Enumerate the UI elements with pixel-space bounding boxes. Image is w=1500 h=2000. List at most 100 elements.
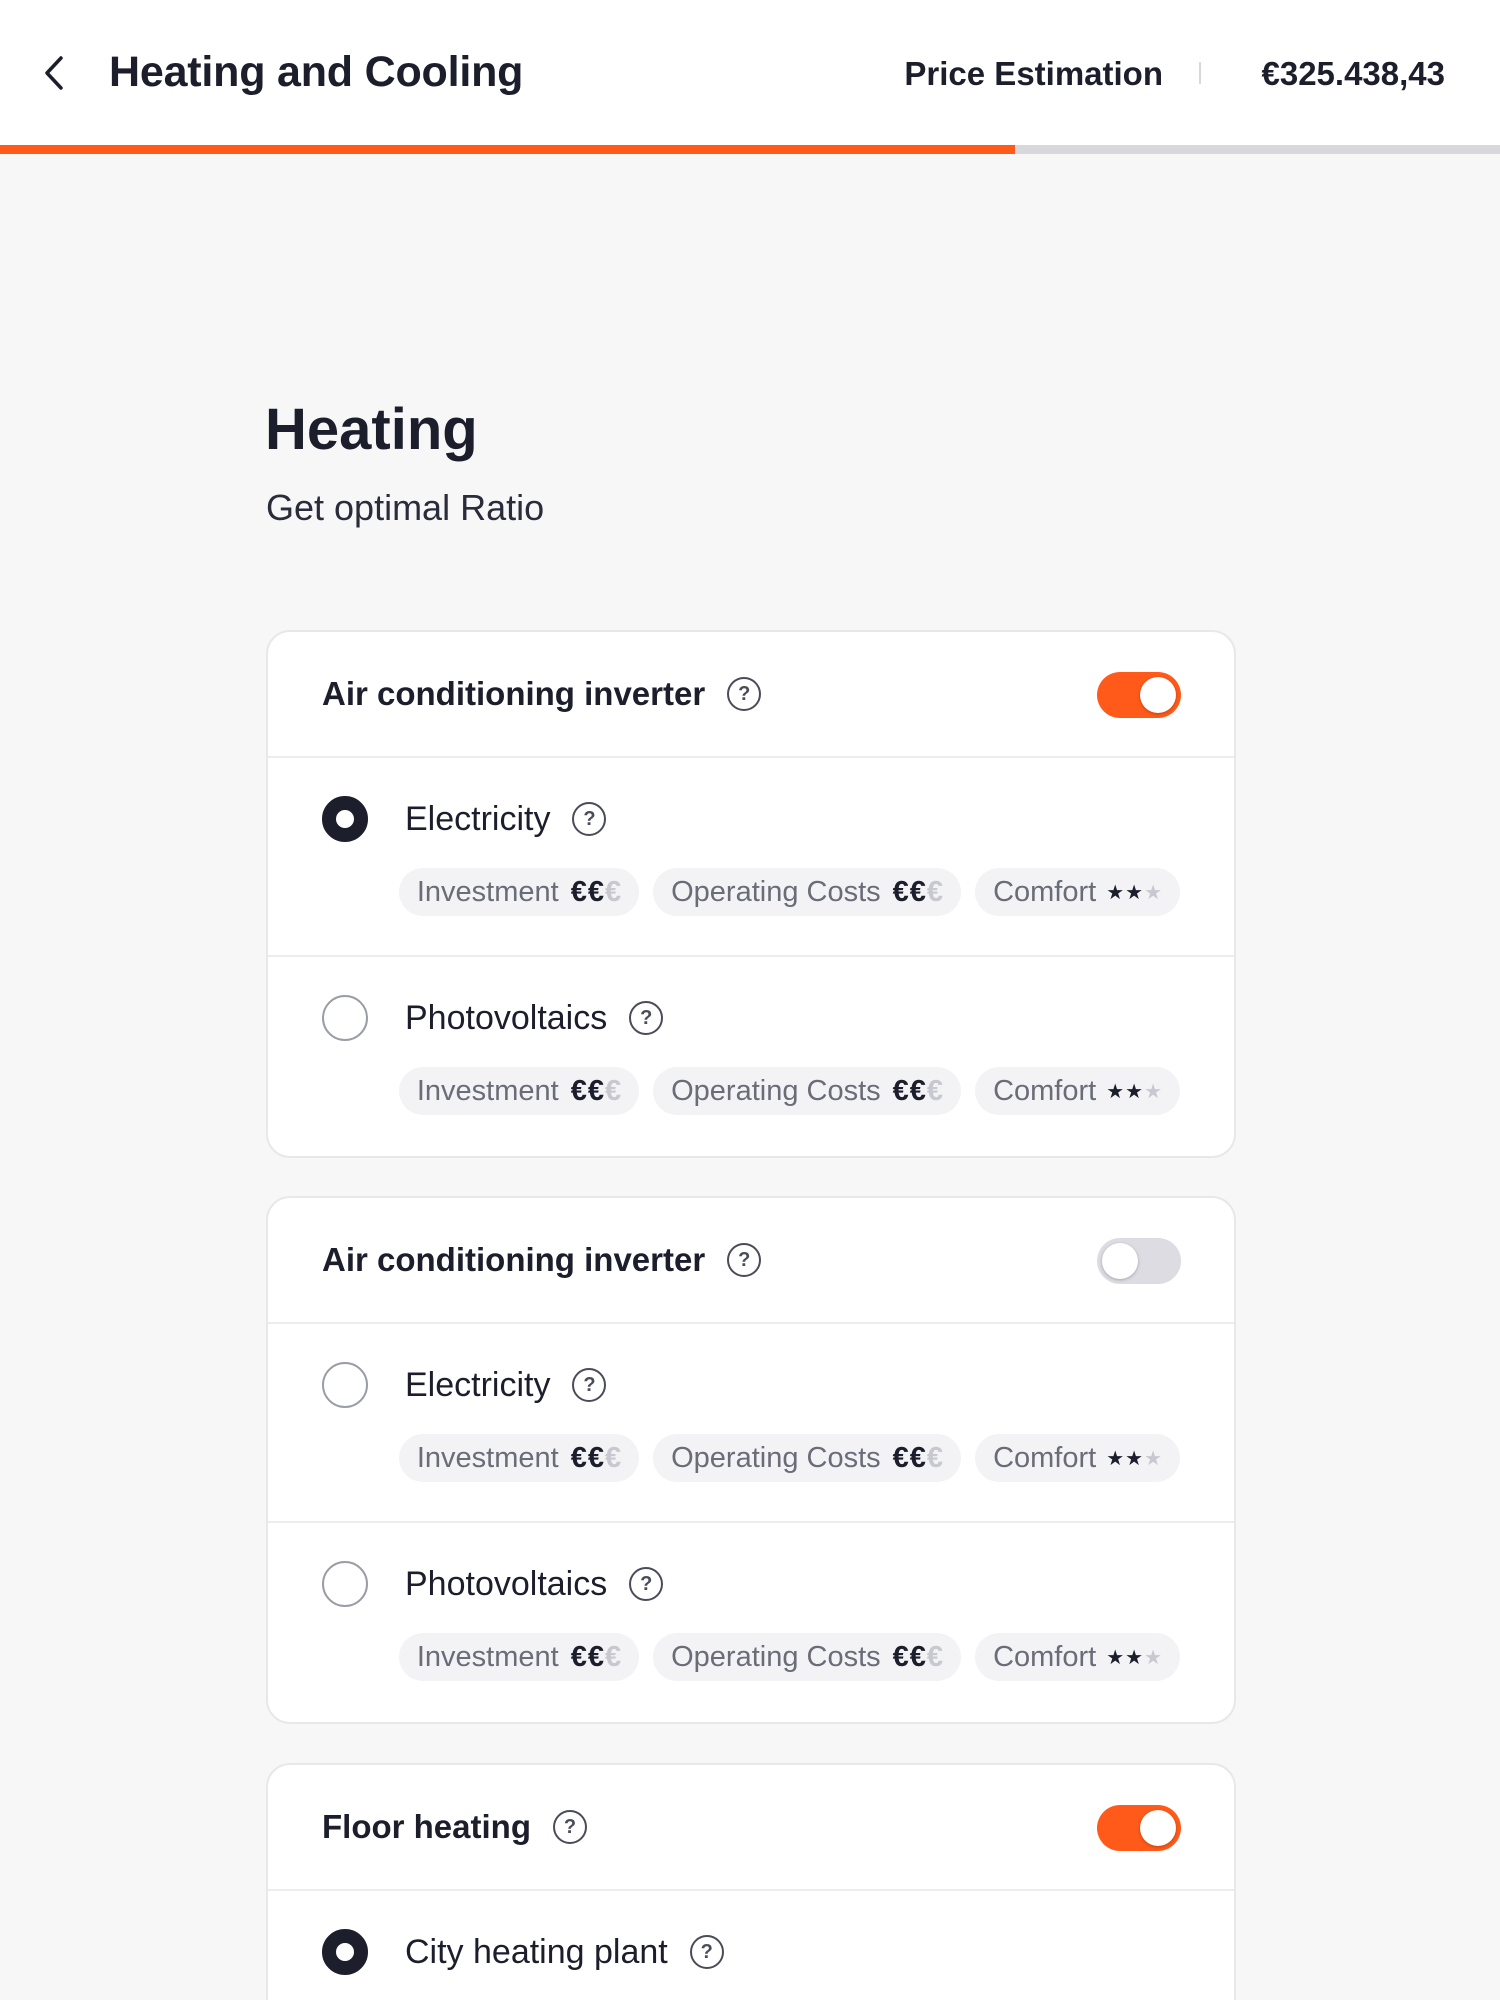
help-icon[interactable]: ? — [553, 1810, 587, 1844]
heating-option-card: Air conditioning inverter ? Electricity … — [266, 630, 1236, 1158]
radio-button[interactable] — [322, 1362, 368, 1408]
page-title: Heating and Cooling — [109, 48, 524, 96]
toggle-knob — [1140, 1810, 1176, 1846]
option-select[interactable]: Electricity ? — [322, 1362, 607, 1408]
option-row: Electricity ? Investment €€ € Operating Co… — [268, 758, 1234, 957]
chevron-left-icon — [45, 56, 63, 90]
star-icon: ★★ — [1106, 1080, 1145, 1103]
tag-value-rest: € — [926, 1441, 944, 1474]
card-title: Air conditioning inverter — [322, 1241, 706, 1278]
heating-option-card: Air conditioning inverter ? Electricity … — [266, 1196, 1236, 1724]
tag-label: Comfort — [993, 1074, 1097, 1107]
tag-value-rest: € — [926, 875, 944, 908]
help-icon[interactable]: ? — [727, 1243, 762, 1277]
back-button[interactable] — [36, 50, 72, 96]
toggle-knob — [1140, 677, 1176, 713]
heating-option-card: Floor heating ? City heating plant ? — [266, 1763, 1236, 2000]
option-select[interactable]: Electricity ? — [322, 796, 607, 842]
help-icon[interactable]: ? — [572, 1368, 607, 1402]
card-title: Air conditioning inverter — [322, 675, 706, 712]
radio-button[interactable] — [322, 1929, 368, 1975]
investment-tag: Investment €€ € — [398, 868, 640, 916]
option-tags: Investment €€ € Operating Costs €€ € Comfort… — [398, 1633, 1180, 1681]
card-title: Floor heating — [322, 1808, 531, 1845]
option-label: Electricity — [405, 799, 551, 838]
radio-button[interactable] — [322, 1561, 368, 1607]
help-icon[interactable]: ? — [727, 677, 762, 711]
help-icon[interactable]: ? — [629, 1567, 664, 1601]
option-row: Photovoltaics ? Investment €€ € Operating … — [268, 957, 1234, 1156]
card-toggle[interactable] — [1097, 672, 1181, 718]
tag-value: €€ — [892, 1640, 927, 1673]
tag-label: Comfort — [993, 1640, 1097, 1673]
option-select[interactable]: Photovoltaics ? — [322, 1561, 664, 1607]
option-row: Electricity ? Investment €€ € Operating Co… — [268, 1324, 1234, 1523]
section-title: Heating — [265, 397, 478, 462]
star-icon: ★★ — [1106, 1447, 1145, 1470]
help-icon[interactable]: ? — [572, 802, 607, 836]
tag-value: €€ — [570, 875, 605, 908]
option-label: Photovoltaics — [405, 998, 608, 1037]
option-label: City heating plant — [405, 1932, 668, 1971]
option-tags: Investment €€ € Operating Costs €€ € Comfort… — [398, 1434, 1180, 1482]
tag-label: Operating Costs — [671, 1640, 881, 1673]
radio-button[interactable] — [322, 995, 368, 1041]
tag-value-rest: € — [604, 1640, 622, 1673]
tag-value-rest: € — [604, 1074, 622, 1107]
price-estimation-label: Price Estimation — [904, 55, 1163, 92]
tag-value-rest: € — [926, 1074, 944, 1107]
tag-value: €€ — [892, 875, 927, 908]
star-icon: ★ — [1144, 1646, 1162, 1669]
progress-bar-fill — [0, 145, 1016, 154]
tag-value: €€ — [570, 1074, 605, 1107]
star-icon: ★★ — [1106, 881, 1145, 904]
comfort-tag: Comfort ★★ ★ — [975, 1434, 1180, 1482]
tag-value-rest: € — [926, 1640, 944, 1673]
comfort-tag: Comfort ★★ ★ — [975, 868, 1180, 916]
operating-costs-tag: Operating Costs €€ € — [653, 1067, 962, 1115]
operating-costs-tag: Operating Costs €€ € — [653, 868, 962, 916]
option-row: City heating plant ? — [268, 1891, 1234, 2000]
card-header: Air conditioning inverter ? — [268, 1198, 1234, 1324]
tag-label: Operating Costs — [671, 875, 881, 908]
tag-label: Investment — [416, 1441, 559, 1474]
tag-label: Comfort — [993, 1441, 1097, 1474]
tag-label: Operating Costs — [671, 1074, 881, 1107]
operating-costs-tag: Operating Costs €€ € — [653, 1633, 962, 1681]
tag-value-rest: € — [604, 875, 622, 908]
card-header: Air conditioning inverter ? — [268, 632, 1234, 758]
option-tags: Investment €€ € Operating Costs €€ € Comfort… — [398, 1067, 1180, 1115]
star-icon: ★ — [1144, 1080, 1162, 1103]
tag-value: €€ — [570, 1640, 605, 1673]
option-row: Photovoltaics ? Investment €€ € Operating … — [268, 1523, 1234, 1722]
top-bar: Heating and Cooling Price Estimation €32… — [0, 0, 1500, 147]
card-toggle[interactable] — [1097, 1238, 1181, 1284]
comfort-tag: Comfort ★★ ★ — [975, 1067, 1180, 1115]
card-toggle[interactable] — [1097, 1805, 1181, 1851]
section-subtitle: Get optimal Ratio — [266, 487, 545, 528]
tag-value: €€ — [892, 1441, 927, 1474]
star-icon: ★ — [1144, 881, 1162, 904]
option-tags: Investment €€ € Operating Costs €€ € Comfort… — [398, 868, 1180, 916]
progress-bar — [0, 145, 1500, 154]
option-label: Electricity — [405, 1365, 551, 1404]
option-select[interactable]: Photovoltaics ? — [322, 995, 664, 1041]
toggle-knob — [1102, 1243, 1138, 1279]
radio-button[interactable] — [322, 796, 368, 842]
tag-value: €€ — [892, 1074, 927, 1107]
price-estimation-value: €325.438,43 — [1261, 55, 1445, 92]
tag-label: Investment — [416, 1640, 559, 1673]
operating-costs-tag: Operating Costs €€ € — [653, 1434, 962, 1482]
option-label: Photovoltaics — [405, 1564, 608, 1603]
tag-label: Operating Costs — [671, 1441, 881, 1474]
help-icon[interactable]: ? — [689, 1935, 724, 1969]
tag-value: €€ — [570, 1441, 605, 1474]
tag-label: Investment — [416, 1074, 559, 1107]
investment-tag: Investment €€ € — [398, 1434, 640, 1482]
star-icon: ★★ — [1106, 1646, 1145, 1669]
divider — [1199, 62, 1201, 84]
tag-label: Comfort — [993, 875, 1097, 908]
star-icon: ★ — [1144, 1447, 1162, 1470]
option-select[interactable]: City heating plant ? — [322, 1929, 724, 1975]
help-icon[interactable]: ? — [629, 1001, 664, 1035]
